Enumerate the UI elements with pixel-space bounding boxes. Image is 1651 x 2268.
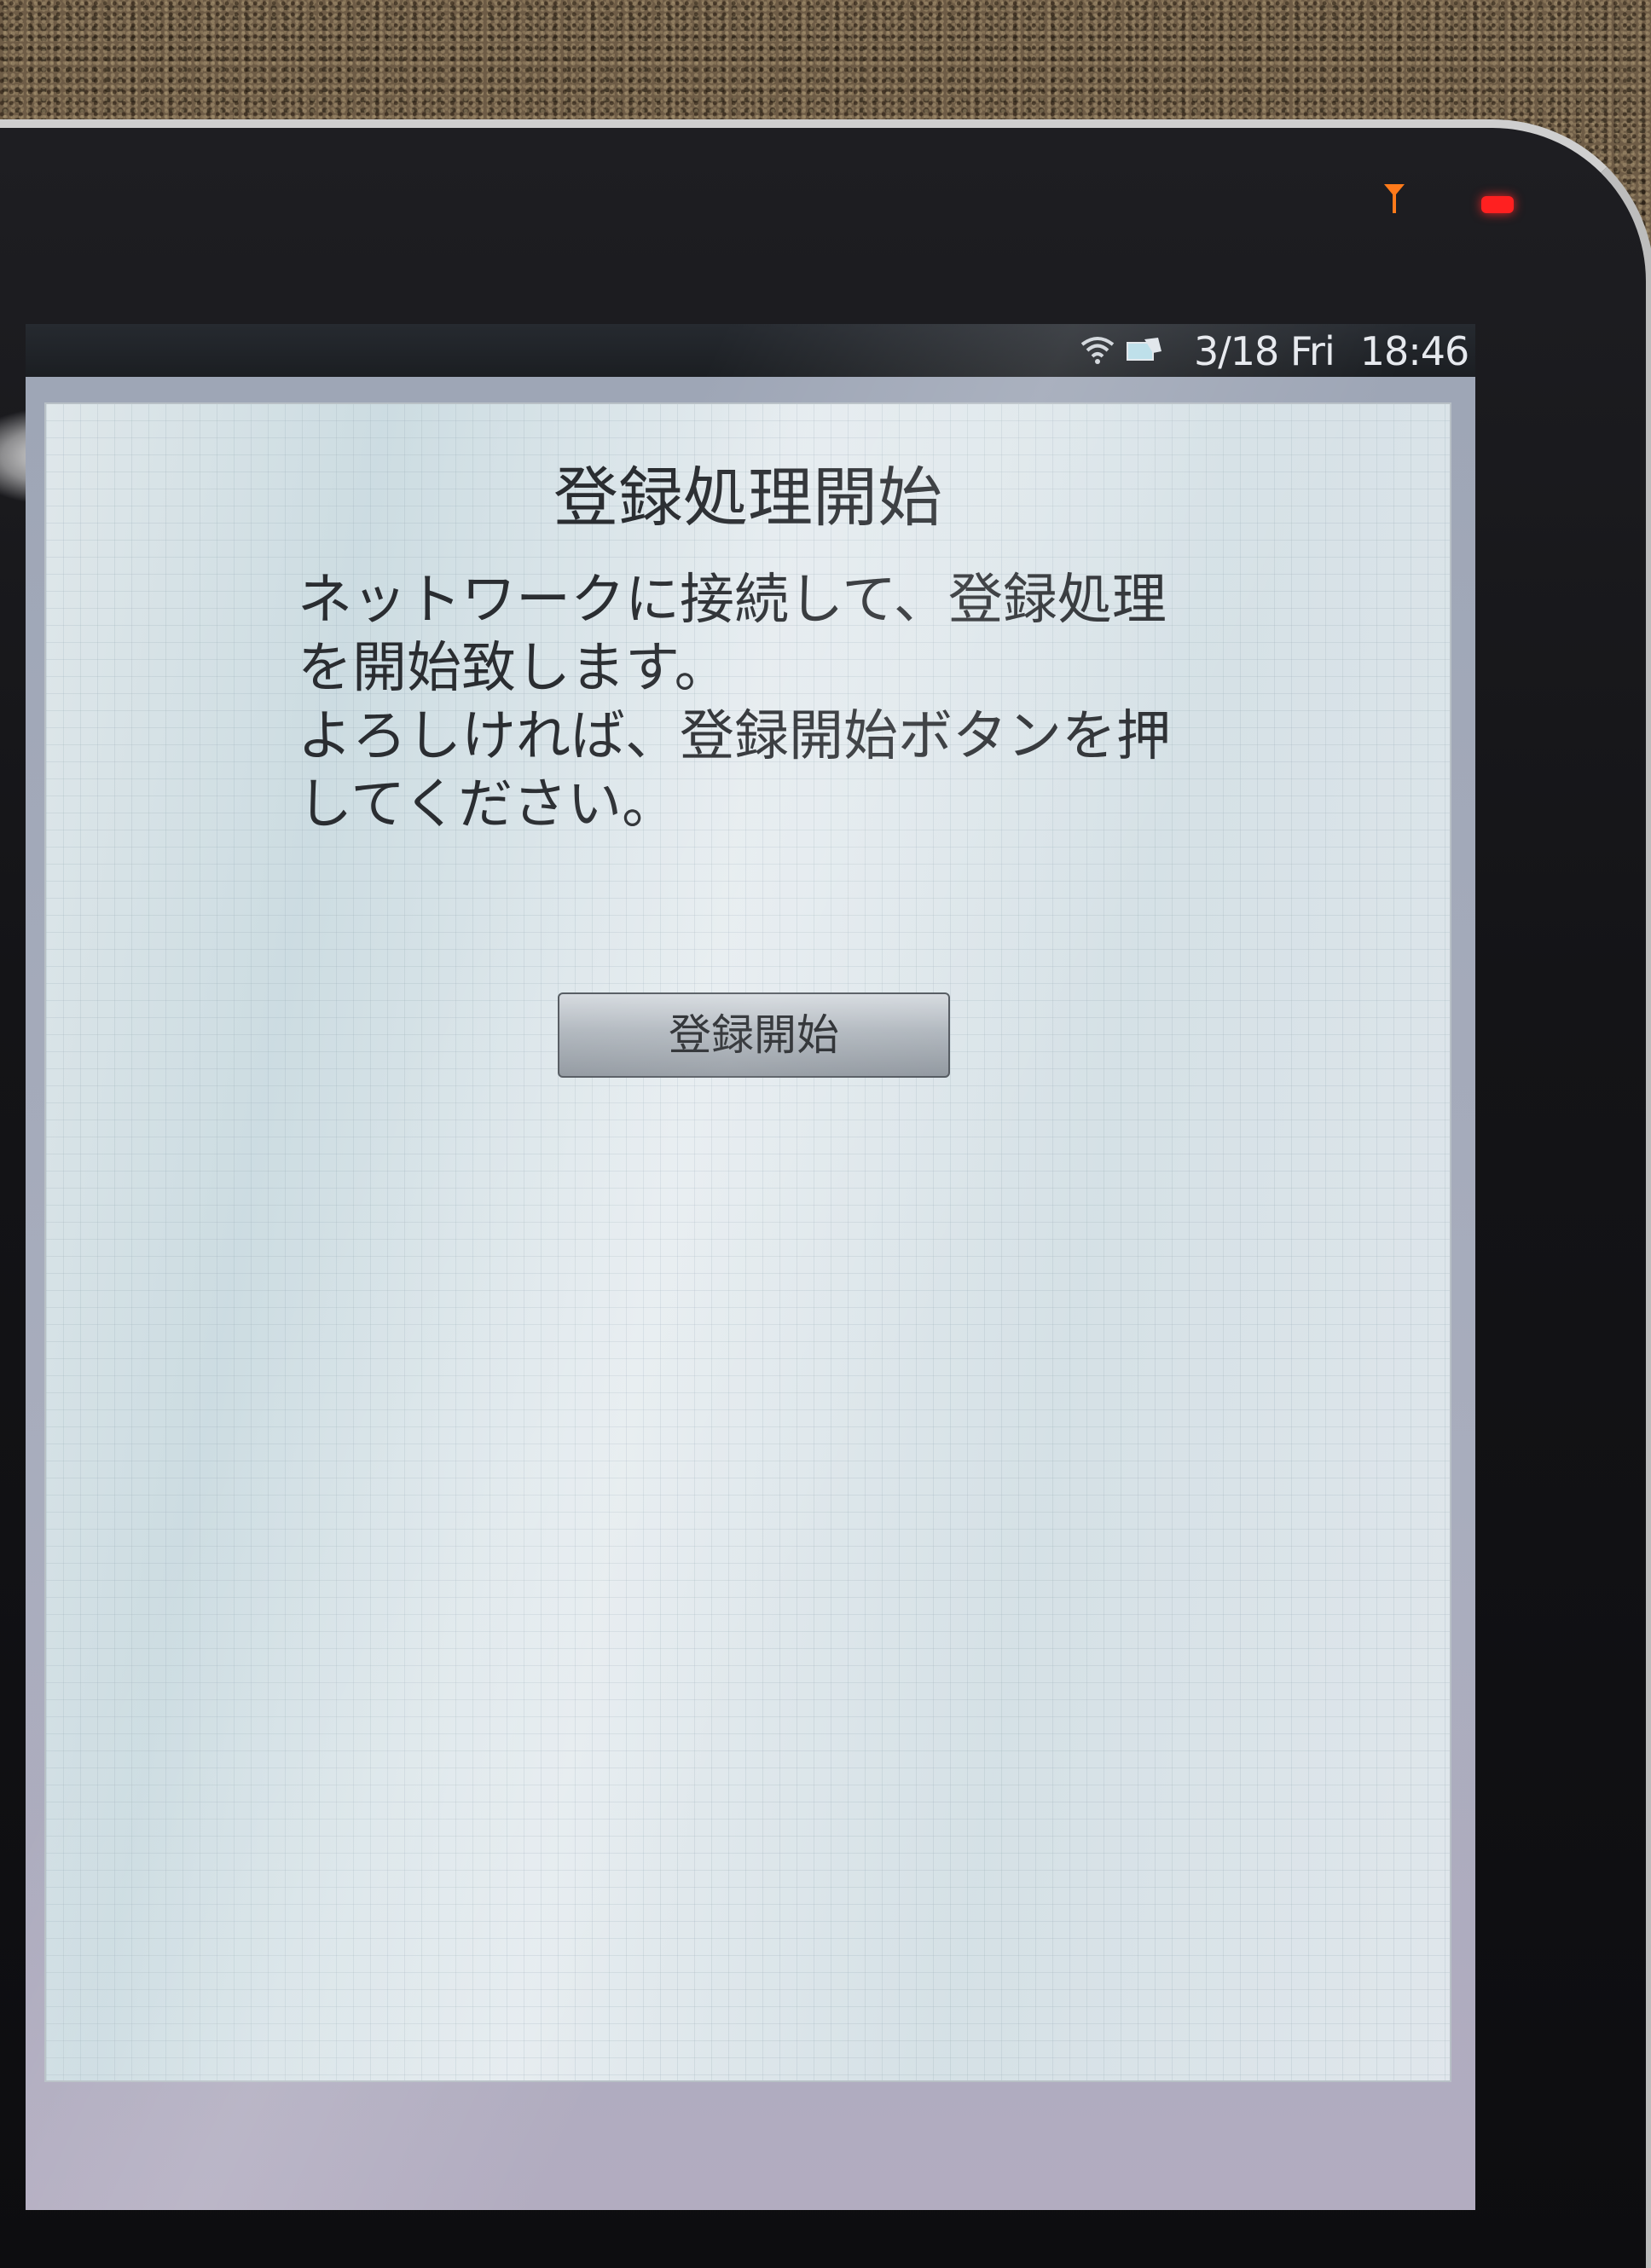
- registration-dialog: 登録処理開始 ネットワークに接続して、登録処理 を開始致します。 よろしければ、…: [44, 402, 1451, 2082]
- message-line: ネットワークに接続して、登録処理: [298, 569, 1167, 632]
- app-area: 登録処理開始 ネットワークに接続して、登録処理 を開始致します。 よろしければ、…: [26, 377, 1475, 2210]
- notification-led: [1481, 196, 1514, 213]
- start-registration-button[interactable]: 登録開始: [558, 992, 950, 1078]
- message-line: してください。: [298, 773, 677, 836]
- dialog-title: 登録処理開始: [553, 460, 942, 535]
- screen: 3/18 Fri 18:46 登録処理開始 ネットワークに接続して、登録処理 を開…: [26, 324, 1475, 2210]
- status-time: 18:46: [1359, 328, 1470, 374]
- wifi-icon: [1080, 337, 1115, 364]
- message-line: を開始致します。: [298, 637, 729, 700]
- antenna-indicator-icon: [1384, 184, 1405, 213]
- sd-card-icon: [1127, 338, 1161, 361]
- status-date: 3/18 Fri: [1194, 328, 1335, 374]
- dialog-message: ネットワークに接続して、登録処理 を開始致します。 よろしければ、登録開始ボタン…: [298, 566, 1278, 839]
- status-bar: 3/18 Fri 18:46: [26, 324, 1475, 377]
- message-line: よろしければ、登録開始ボタンを押: [298, 705, 1171, 768]
- status-clock: 3/18 Fri 18:46: [1194, 327, 1475, 375]
